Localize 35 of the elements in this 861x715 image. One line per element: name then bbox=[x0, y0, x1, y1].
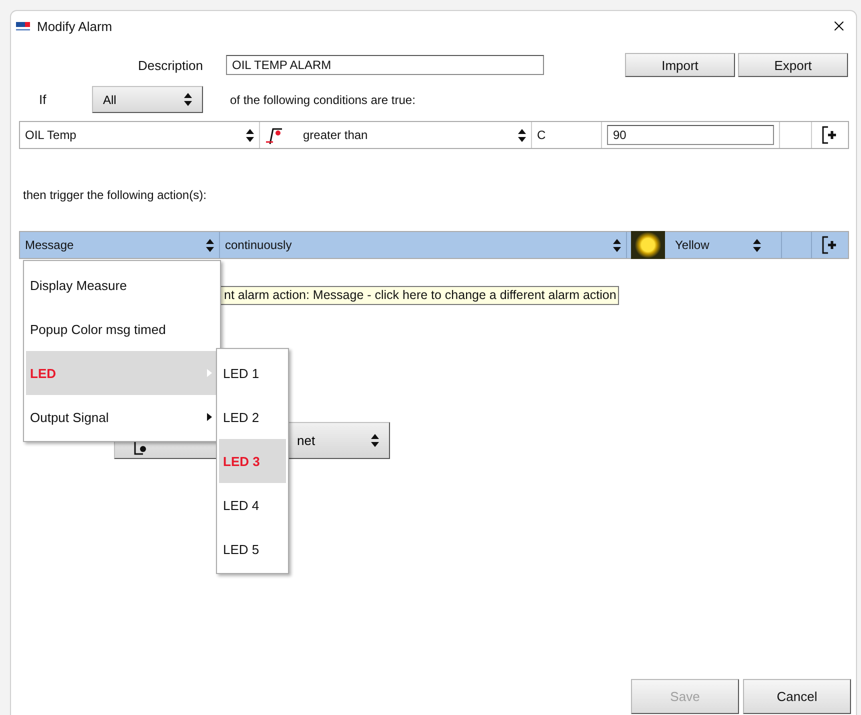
menu-item[interactable]: LED 1 bbox=[219, 351, 286, 395]
threshold-field[interactable]: 90 bbox=[607, 125, 774, 145]
operator-select[interactable]: greater than bbox=[260, 122, 532, 148]
menu-item[interactable]: LED 5 bbox=[219, 527, 286, 571]
add-icon[interactable] bbox=[822, 236, 838, 254]
description-label: Description bbox=[136, 58, 203, 72]
timing-select[interactable]: continuously bbox=[220, 232, 627, 258]
spinner-icon[interactable] bbox=[206, 238, 214, 252]
select-spinner-icon[interactable] bbox=[184, 93, 192, 106]
menu-item[interactable]: Popup Color msg timed bbox=[26, 307, 218, 351]
conditions-text: of the following conditions are true: bbox=[230, 92, 416, 106]
description-field[interactable]: OIL TEMP ALARM bbox=[226, 55, 544, 75]
cancel-button[interactable]: Cancel bbox=[743, 679, 851, 714]
add-icon[interactable] bbox=[822, 126, 838, 144]
lamp-icon bbox=[631, 231, 665, 259]
import-button[interactable]: Import bbox=[625, 53, 735, 77]
spinner-icon[interactable] bbox=[246, 128, 254, 142]
spinner-icon[interactable] bbox=[371, 434, 379, 447]
color-select[interactable]: Yellow bbox=[627, 232, 782, 258]
spinner-icon[interactable] bbox=[613, 238, 621, 252]
app-logo-icon bbox=[15, 20, 31, 32]
window-title: Modify Alarm bbox=[37, 18, 114, 34]
spinner-icon[interactable] bbox=[518, 128, 526, 142]
spinner-icon[interactable] bbox=[753, 238, 761, 252]
if-label: If bbox=[38, 92, 48, 107]
menu-item[interactable]: LED 2 bbox=[219, 395, 286, 439]
export-button[interactable]: Export bbox=[738, 53, 848, 77]
actions-heading: then trigger the following action(s): bbox=[23, 188, 206, 202]
action-type-select[interactable]: Message bbox=[20, 232, 220, 258]
condition-mode-select[interactable]: All bbox=[92, 86, 203, 113]
unit-text: C bbox=[537, 128, 547, 142]
action-row[interactable]: Message continuously Yellow bbox=[19, 231, 849, 259]
menu-item[interactable]: LED 4 bbox=[219, 483, 286, 527]
menu-item[interactable]: Output Signal bbox=[26, 395, 218, 439]
channel-select[interactable]: OIL Temp bbox=[20, 122, 260, 148]
